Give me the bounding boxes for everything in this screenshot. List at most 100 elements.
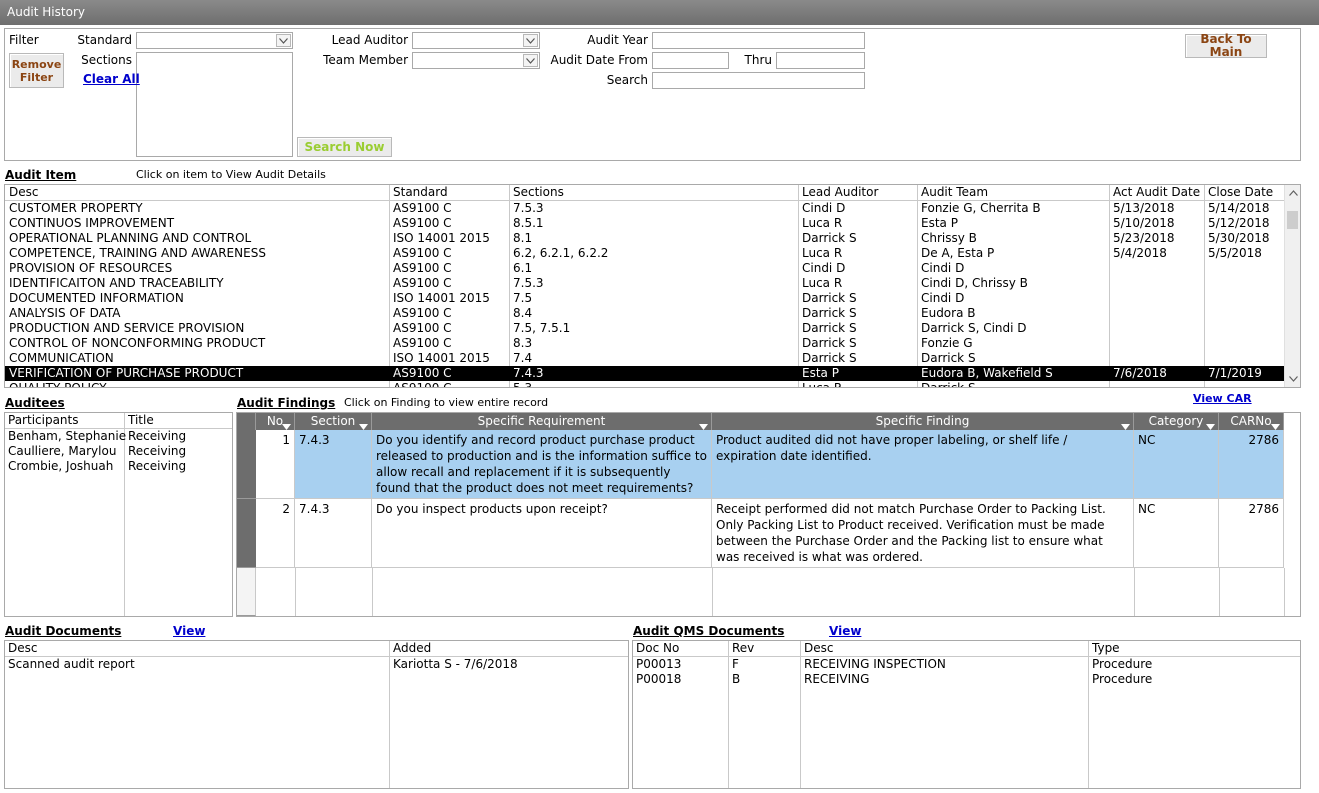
dropdown-arrow-icon[interactable] [699,418,708,430]
table-cell: Darrick S [802,306,857,320]
audit-qms-documents-view-link[interactable]: View [829,624,861,638]
audit-documents-title: Audit Documents [5,624,122,638]
table-row[interactable]: QUALITY POLICY AS9100 C 5.3 Luca R Darrick S [5,381,1285,387]
finding-number: 2 [256,499,295,568]
standard-combo[interactable] [136,32,293,49]
auditees-list[interactable]: Participants Title Benham, Stephanie Receiv… [4,412,233,617]
table-cell: Darrick S, Cindi D [921,321,1027,335]
standard-label: Standard [77,33,132,47]
audit-items-scrollbar[interactable] [1284,185,1300,387]
table-cell: 7.5 [513,291,533,305]
table-row[interactable]: PROVISION OF RESOURCES AS9100 C 6.1 Cindi D… [5,261,1285,276]
finding-cell: 7.4.3 [295,499,372,568]
lead-auditor-label: Lead Auditor [331,33,408,47]
dropdown-arrow-icon[interactable] [359,418,368,430]
table-row[interactable]: ANALYSIS OF DATA AS9100 C 8.4 Darrick S Eudo… [5,306,1285,321]
list-item[interactable]: Benham, Stephanie Receiving [5,429,232,444]
table-cell: 5/23/2018 [1113,231,1175,245]
audit-findings-datasheet[interactable]: No Section Specific Requirement Specific Fi… [236,412,1301,617]
table-cell: Receiving [128,444,187,458]
column-header: Close Date [1208,185,1274,199]
chevron-down-icon[interactable] [276,34,291,47]
record-selector[interactable] [237,499,256,568]
table-cell: 5/12/2018 [1208,216,1270,230]
chevron-down-icon[interactable] [523,54,538,67]
view-car-link[interactable]: View CAR [1193,392,1252,405]
column-header: Participants [8,413,79,427]
table-cell: Cindi D [802,201,846,215]
audit-findings-title: Audit Findings [237,396,336,410]
dropdown-arrow-icon[interactable] [282,418,291,430]
record-selector[interactable] [237,430,256,499]
table-cell: Receiving [128,459,187,473]
column-header: Doc No [636,641,680,655]
list-item[interactable]: Crombie, Joshuah Receiving [5,459,232,474]
table-row[interactable]: CUSTOMER PROPERTY AS9100 C 7.5.3 Cindi D Fon… [5,201,1285,216]
table-row[interactable]: DOCUMENTED INFORMATION ISO 14001 2015 7.5 D… [5,291,1285,306]
finding-cell: 2786 [1219,499,1284,568]
new-record-selector[interactable] [237,568,256,616]
findings-column-header[interactable]: Specific Requirement [372,413,712,430]
window-title: Audit History [0,0,1319,25]
table-row[interactable]: P00018 B RECEIVING Procedure [633,672,1300,687]
table-cell: 5/30/2018 [1208,231,1270,245]
table-cell: 5/13/2018 [1113,201,1175,215]
clear-all-link[interactable]: Clear All [83,72,140,86]
table-cell: Scanned audit report [8,657,135,671]
thru-input[interactable] [776,52,865,69]
audit-documents-view-link[interactable]: View [173,624,205,638]
table-row[interactable]: COMPETENCE, TRAINING AND AWARENESS AS9100… [5,246,1285,261]
dropdown-arrow-icon[interactable] [1121,418,1130,430]
scroll-thumb[interactable] [1287,211,1298,229]
table-row[interactable]: COMMUNICATION ISO 14001 2015 7.4 Darrick S D… [5,351,1285,366]
findings-column-header[interactable]: Section [295,413,372,430]
findings-column-header[interactable]: CARNo [1219,413,1284,430]
finding-row[interactable]: 1 7.4.3 Do you identify and record product… [237,430,1284,499]
back-to-main-button[interactable]: Back To Main [1185,33,1267,59]
list-item[interactable]: Caulliere, Marylou Receiving [5,444,232,459]
table-row[interactable]: P00013 F RECEIVING INSPECTION Procedure [633,657,1300,672]
lead-auditor-combo[interactable] [412,32,540,49]
table-cell: DOCUMENTED INFORMATION [9,291,184,305]
table-row[interactable]: CONTROL OF NONCONFORMING PRODUCT AS9100 C… [5,336,1285,351]
findings-column-header[interactable]: Specific Finding [712,413,1134,430]
table-cell: CONTROL OF NONCONFORMING PRODUCT [9,336,266,350]
chevron-down-icon[interactable] [1285,371,1300,387]
table-cell: 7.5.3 [513,201,544,215]
table-row[interactable]: OPERATIONAL PLANNING AND CONTROL ISO 1400… [5,231,1285,246]
findings-column-header[interactable]: Category [1134,413,1219,430]
chevron-up-icon[interactable] [1285,185,1300,201]
team-member-combo[interactable] [412,52,540,69]
table-cell: Darrick S [802,231,857,245]
audit-qms-documents-list[interactable]: Doc No Rev Desc Type P00013 F RECEIVING INSPEC… [632,640,1301,789]
table-cell: Luca R [802,276,843,290]
column-header-label: Specific Requirement [477,414,606,428]
audit-date-from-input[interactable] [652,52,729,69]
table-cell: Luca R [802,246,843,260]
table-row[interactable]: PRODUCTION AND SERVICE PROVISION AS9100 C… [5,321,1285,336]
table-row[interactable]: VERIFICATION OF PURCHASE PRODUCT AS9100 C… [5,366,1285,381]
table-row[interactable]: CONTINUOS IMPROVEMENT AS9100 C 8.5.1 Luca R… [5,216,1285,231]
findings-column-header[interactable]: No [256,413,295,430]
table-cell: B [732,672,741,686]
search-now-button[interactable]: Search Now [297,137,392,157]
audit-documents-list[interactable]: Desc Added Scanned audit report Kariotta S … [4,640,629,789]
audit-items-list[interactable]: Desc Standard Sections Lead Auditor Audit Te… [4,184,1301,388]
audit-year-input[interactable] [652,32,865,49]
table-row[interactable]: Scanned audit report Kariotta S - 7/6/201… [5,657,628,672]
finding-row[interactable]: 2 7.4.3 Do you inspect products upon recei… [237,499,1284,568]
table-cell: RECEIVING INSPECTION [804,657,946,671]
remove-filter-button[interactable]: Remove Filter [9,53,64,88]
audit-findings-hint: Click on Finding to view entire record [344,396,549,409]
column-header: Title [128,413,154,427]
dropdown-arrow-icon[interactable] [1271,418,1280,430]
table-cell: IDENTIFICAITON AND TRACEABILITY [9,276,224,290]
sections-list[interactable] [136,52,293,157]
finding-cell: Product audited did not have proper labe… [712,430,1134,499]
search-input[interactable] [652,72,865,89]
table-cell: Cindi D [921,291,965,305]
table-cell: Darrick S [802,351,857,365]
chevron-down-icon[interactable] [523,34,538,47]
table-row[interactable]: IDENTIFICAITON AND TRACEABILITY AS9100 C 7… [5,276,1285,291]
dropdown-arrow-icon[interactable] [1206,418,1215,430]
